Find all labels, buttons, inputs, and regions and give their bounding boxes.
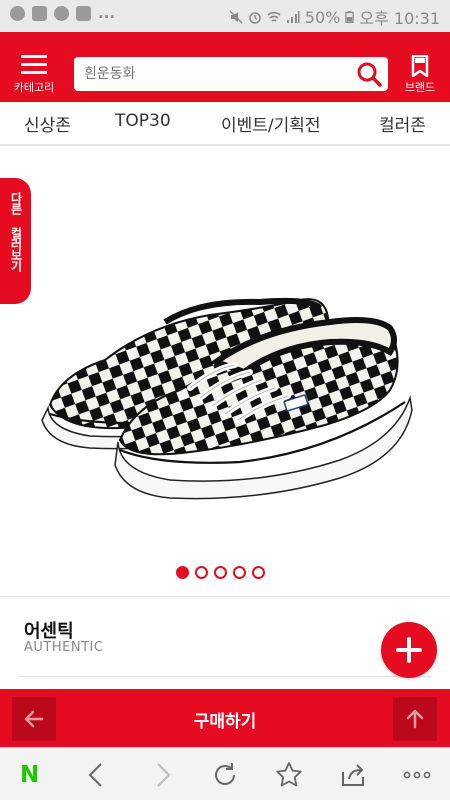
category-label: 카테고리 — [13, 81, 55, 94]
product-subtitle: AUTHENTIC — [24, 640, 104, 655]
search-box[interactable] — [74, 57, 388, 91]
status-bar: ... 50% 오후 10:31 — [0, 0, 450, 32]
browser-forward-icon[interactable] — [147, 760, 177, 790]
battery-percent: 50% — [304, 7, 341, 27]
brand-button[interactable]: 브랜드 — [398, 52, 442, 96]
category-nav: 신상존 TOP30 이벤트/기획전 컬러존 — [0, 102, 450, 146]
refresh-icon[interactable] — [210, 760, 240, 790]
gallery-dot[interactable] — [252, 566, 265, 579]
more-notifications-icon: ... — [98, 4, 116, 22]
category-button[interactable]: 카테고리 — [8, 52, 60, 96]
buy-bar: 구매하기 — [0, 689, 450, 747]
bookmark-icon — [411, 55, 429, 77]
image-icon — [76, 6, 91, 21]
divider — [18, 676, 432, 677]
divider — [0, 596, 450, 597]
add-button[interactable] — [381, 622, 437, 678]
tab-top30[interactable]: TOP30 — [115, 111, 171, 131]
more-menu-icon[interactable] — [402, 760, 432, 790]
tab-new-arrivals[interactable]: 신상존 — [24, 111, 71, 136]
settings-notification-icon — [54, 6, 69, 21]
system-indicators: 50% 오후 10:31 — [229, 5, 440, 29]
share-icon[interactable] — [338, 760, 368, 790]
gallery-dot[interactable] — [195, 566, 208, 579]
app-notification-icon — [10, 6, 25, 21]
plus-icon — [396, 637, 422, 663]
scroll-top-button[interactable] — [393, 697, 437, 741]
wifi-icon — [267, 11, 281, 22]
other-colors-label: 다른 컬러보기 — [9, 192, 23, 271]
product-image[interactable] — [30, 280, 420, 510]
gallery-dot[interactable] — [176, 566, 189, 579]
clock: 오후 10:31 — [359, 9, 440, 28]
gallery-pagination — [176, 566, 265, 579]
browser-toolbar: N — [0, 747, 450, 800]
arrow-up-icon — [406, 709, 424, 729]
alarm-icon — [248, 12, 261, 24]
other-colors-tab[interactable]: 다른 컬러보기 — [0, 178, 31, 304]
tab-color-zone[interactable]: 컬러존 — [379, 111, 426, 136]
gallery-dot[interactable] — [214, 566, 227, 579]
mute-icon — [229, 10, 243, 24]
tab-events[interactable]: 이벤트/기획전 — [221, 111, 321, 136]
naver-home-icon[interactable]: N — [20, 762, 39, 788]
battery-icon — [345, 11, 355, 24]
search-input[interactable] — [84, 57, 349, 91]
buy-button[interactable]: 구매하기 — [0, 707, 450, 732]
brand-label: 브랜드 — [404, 81, 436, 94]
hamburger-icon — [21, 55, 47, 75]
search-icon[interactable] — [356, 61, 382, 87]
mail-icon — [32, 6, 47, 21]
favorite-star-icon[interactable] — [274, 760, 304, 790]
notification-icons: ... — [10, 6, 115, 21]
gallery-dot[interactable] — [233, 566, 246, 579]
signal-icon — [286, 11, 300, 23]
browser-back-icon[interactable] — [82, 760, 112, 790]
